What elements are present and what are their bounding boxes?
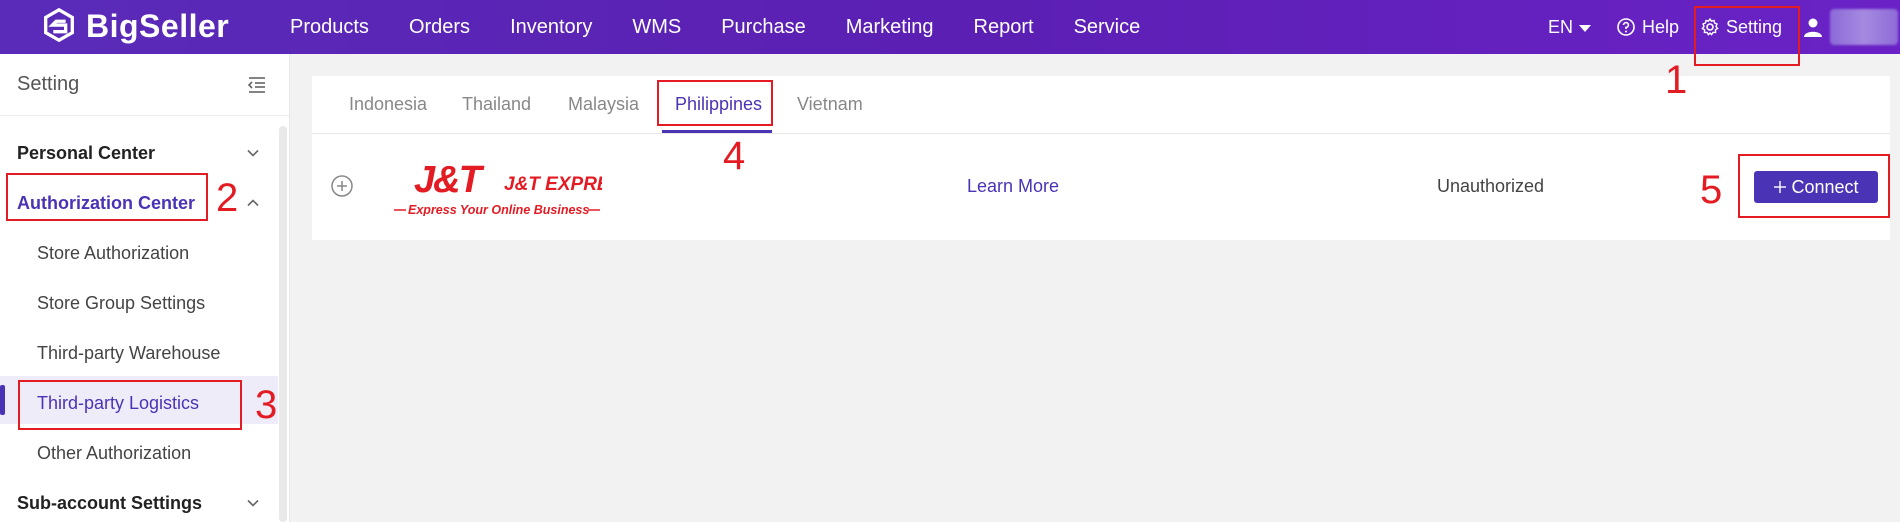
settings-sidebar: Setting Personal Center Authorization Ce… xyxy=(0,54,290,522)
sidebar-active-indicator xyxy=(0,385,5,415)
jt-express-logo: J&T J&T EXPRESS Express Your Online Busi… xyxy=(394,159,602,216)
jt-logo-tagline: Express Your Online Business xyxy=(408,203,589,216)
tab-thailand[interactable]: Thailand xyxy=(462,94,531,115)
language-selector[interactable]: EN xyxy=(1548,0,1592,54)
annotation-box-philippines-tab xyxy=(657,80,773,126)
svg-text:J&T: J&T xyxy=(414,159,485,201)
logistics-row-jt-express: J&T J&T EXPRESS Express Your Online Busi… xyxy=(312,134,1890,240)
chevron-up-icon[interactable] xyxy=(247,197,259,209)
nav-service[interactable]: Service xyxy=(1074,16,1141,39)
help-circle-icon xyxy=(1617,18,1635,36)
tab-vietnam[interactable]: Vietnam xyxy=(797,94,863,115)
sidebar-header: Setting xyxy=(0,54,289,116)
username-redacted xyxy=(1830,9,1898,45)
nav-products[interactable]: Products xyxy=(290,16,369,39)
user-menu[interactable] xyxy=(1802,0,1824,54)
nav-purchase[interactable]: Purchase xyxy=(721,16,806,39)
sidebar-title: Setting xyxy=(17,73,80,95)
top-navbar: BigSeller Products Orders Inventory WMS … xyxy=(0,0,1900,54)
nav-marketing[interactable]: Marketing xyxy=(846,16,934,39)
annotation-box-third-party-logistics xyxy=(18,380,242,430)
nav-orders[interactable]: Orders xyxy=(409,16,470,39)
country-tabs: Indonesia Thailand Malaysia Philippines … xyxy=(312,76,1890,134)
bigseller-logo[interactable]: BigSeller xyxy=(40,6,229,46)
annotation-box-connect xyxy=(1738,154,1890,218)
annotation-number-4: 4 xyxy=(723,134,746,178)
user-icon xyxy=(1804,18,1822,37)
learn-more-link[interactable]: Learn More xyxy=(967,176,1059,197)
tab-malaysia[interactable]: Malaysia xyxy=(568,94,639,115)
annotation-number-1: 1 xyxy=(1665,58,1688,102)
collapse-menu-icon[interactable] xyxy=(247,76,267,94)
authorization-status: Unauthorized xyxy=(1437,176,1545,196)
sidebar-group-sub-account-settings[interactable]: Sub-account Settings xyxy=(17,493,202,514)
expand-plus-icon[interactable] xyxy=(330,174,354,198)
help-link[interactable]: Help xyxy=(1616,0,1679,54)
sidebar-item-third-party-warehouse[interactable]: Third-party Warehouse xyxy=(37,343,220,364)
active-tab-underline xyxy=(662,130,772,133)
nav-inventory[interactable]: Inventory xyxy=(510,16,592,39)
caret-down-icon xyxy=(1579,24,1592,32)
jt-logo-wordmark: J&T EXPRESS xyxy=(504,174,602,195)
language-label: EN xyxy=(1548,16,1574,37)
main-nav: Products Orders Inventory WMS Purchase M… xyxy=(290,0,1140,54)
chevron-down-icon[interactable] xyxy=(247,147,259,159)
nav-wms[interactable]: WMS xyxy=(632,16,681,39)
brand-name: BigSeller xyxy=(86,7,230,44)
help-label: Help xyxy=(1642,16,1680,37)
bigseller-logo-icon xyxy=(44,7,74,43)
sidebar-group-personal-center[interactable]: Personal Center xyxy=(17,143,155,164)
sidebar-item-other-authorization[interactable]: Other Authorization xyxy=(37,443,191,464)
chevron-down-icon[interactable] xyxy=(247,497,259,509)
logistics-panel: Indonesia Thailand Malaysia Philippines … xyxy=(312,76,1890,240)
annotation-number-5: 5 xyxy=(1700,168,1723,212)
annotation-number-2: 2 xyxy=(216,176,239,220)
annotation-box-authorization-center xyxy=(6,173,208,221)
annotation-number-3: 3 xyxy=(255,383,278,427)
sidebar-scrollbar[interactable] xyxy=(279,126,287,522)
tab-indonesia[interactable]: Indonesia xyxy=(349,94,427,115)
nav-report[interactable]: Report xyxy=(974,16,1034,39)
sidebar-item-store-authorization[interactable]: Store Authorization xyxy=(37,243,189,264)
sidebar-item-store-group-settings[interactable]: Store Group Settings xyxy=(37,293,205,314)
annotation-box-setting xyxy=(1694,6,1800,66)
